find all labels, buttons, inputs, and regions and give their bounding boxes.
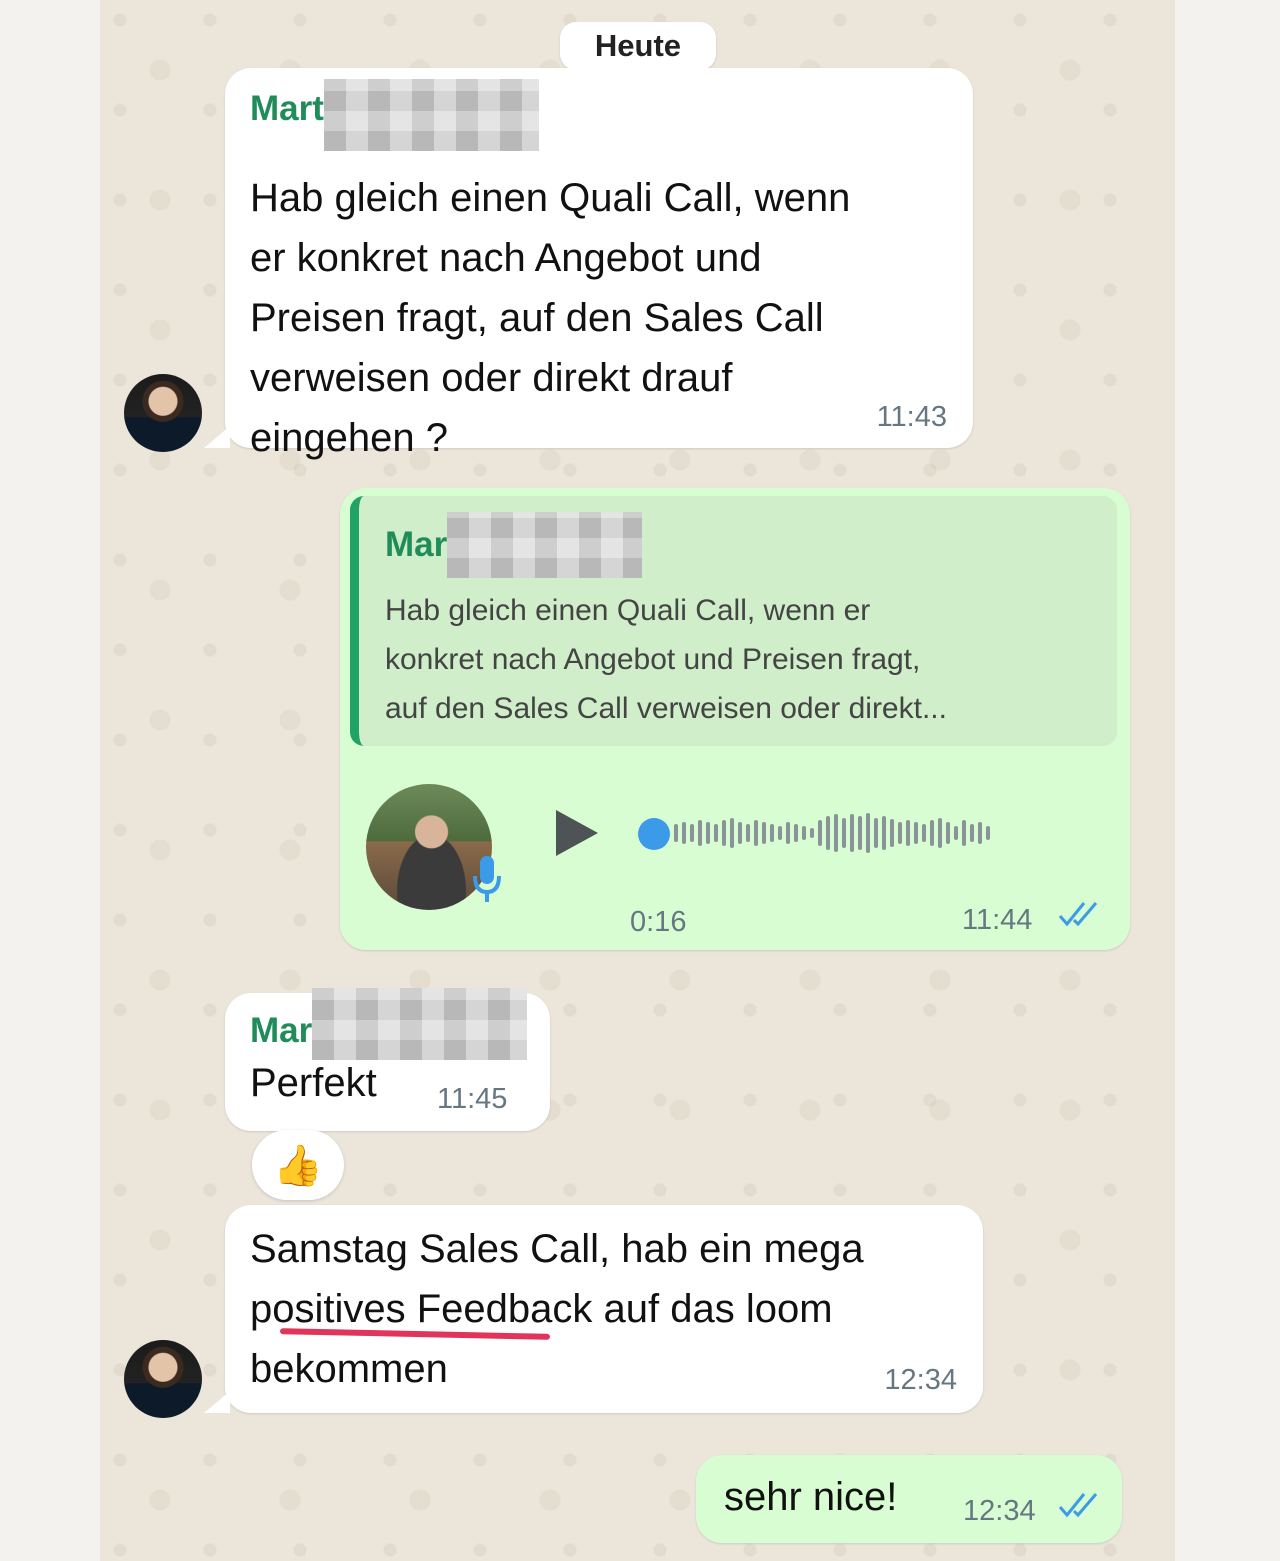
waveform-bar xyxy=(850,814,854,852)
waveform-bar xyxy=(866,813,870,853)
message-text: Hab gleich einen Quali Call, wenn er kon… xyxy=(250,168,850,468)
waveform-bar xyxy=(842,818,846,848)
message-bubble-outgoing[interactable]: sehr nice! 12:34 xyxy=(696,1455,1122,1543)
waveform-bar xyxy=(706,822,710,844)
bubble-tail xyxy=(204,1391,230,1413)
play-icon[interactable] xyxy=(556,810,598,856)
message-line: er konkret nach Angebot und xyxy=(250,236,762,280)
message-line: Preisen fragt, auf den Sales Call xyxy=(250,296,824,340)
waveform-bar xyxy=(682,822,686,844)
waveform-bar xyxy=(970,824,974,842)
waveform-bar xyxy=(834,814,838,852)
left-margin xyxy=(0,0,100,1561)
message-bubble-incoming[interactable]: Mart Hab gleich einen Quali Call, wenn e… xyxy=(225,68,973,460)
chat-area: Heute Mart Hab gleich einen Quali Call, … xyxy=(100,0,1175,1561)
waveform-bar xyxy=(858,816,862,850)
waveform-bar xyxy=(962,820,966,846)
message-time: 11:44 xyxy=(962,904,1033,936)
bubble-tail xyxy=(204,426,230,448)
redacted-quoted-sender xyxy=(447,512,643,578)
double-check-icon xyxy=(1058,900,1102,936)
waveform-bar xyxy=(946,822,950,844)
waveform-bar xyxy=(714,824,718,842)
redacted-sender-name xyxy=(323,79,539,151)
quoted-text: Hab gleich einen Quali Call, wenn er kon… xyxy=(385,586,947,733)
contact-avatar[interactable] xyxy=(124,1340,202,1418)
waveform-bar xyxy=(906,820,910,846)
sender-name: Mart xyxy=(250,89,324,128)
message-line: Hab gleich einen Quali Call, wenn xyxy=(250,176,851,220)
message-text: Samstag Sales Call, hab ein mega positiv… xyxy=(250,1219,864,1399)
redacted-sender-name xyxy=(312,988,528,1060)
message-line: Samstag Sales Call, hab ein mega xyxy=(250,1227,864,1271)
thumbs-up-icon: 👍 xyxy=(273,1143,323,1188)
waveform-bar xyxy=(826,816,830,850)
microphone-icon xyxy=(472,854,502,914)
waveform-bar xyxy=(794,824,798,842)
message-text: Perfekt xyxy=(250,1061,377,1105)
waveform-bar xyxy=(882,816,886,850)
waveform-bar xyxy=(762,822,766,844)
waveform-bar xyxy=(698,820,702,846)
waveform-bar xyxy=(754,820,758,846)
message-line: eingehen ? xyxy=(250,416,448,460)
waveform-bar xyxy=(954,826,958,840)
audio-waveform[interactable] xyxy=(674,808,990,858)
waveform-bar xyxy=(730,818,734,848)
quoted-sender-name: Mar xyxy=(385,525,448,564)
double-check-icon xyxy=(1058,1491,1102,1524)
waveform-bar xyxy=(802,826,806,840)
waveform-bar xyxy=(930,820,934,846)
waveform-bar xyxy=(722,820,726,846)
waveform-bar xyxy=(818,820,822,846)
sender-name-row: Mart xyxy=(250,79,539,151)
contact-avatar[interactable] xyxy=(124,374,202,452)
waveform-bar xyxy=(898,822,902,844)
waveform-bar xyxy=(978,822,982,844)
message-time: 12:34 xyxy=(963,1495,1036,1527)
playback-position-dot[interactable] xyxy=(638,818,670,850)
waveform-bar xyxy=(938,818,942,848)
quoted-line: Hab gleich einen Quali Call, wenn er xyxy=(385,594,871,627)
waveform-bar xyxy=(914,822,918,844)
waveform-bar xyxy=(778,826,782,840)
message-time: 12:34 xyxy=(884,1364,957,1396)
message-bubble-outgoing-voice[interactable]: Mar Hab gleich einen Quali Call, wenn er… xyxy=(340,488,1130,950)
sender-name: Mar xyxy=(250,1011,313,1050)
quoted-sender-row: Mar xyxy=(385,512,643,578)
waveform-bar xyxy=(922,824,926,842)
quoted-line: konkret nach Angebot und Preisen fragt, xyxy=(385,643,921,676)
message-line: verweisen oder direkt drauf xyxy=(250,356,733,400)
waveform-bar xyxy=(874,818,878,848)
waveform-bar xyxy=(674,824,678,842)
message-line: bekommen xyxy=(250,1347,448,1391)
right-margin xyxy=(1175,0,1280,1561)
quoted-message[interactable]: Mar Hab gleich einen Quali Call, wenn er… xyxy=(350,496,1117,746)
message-text: sehr nice! xyxy=(724,1475,898,1519)
waveform-bar xyxy=(810,828,814,838)
waveform-bar xyxy=(770,824,774,842)
voice-duration: 0:16 xyxy=(630,906,687,938)
message-bubble-incoming[interactable]: Samstag Sales Call, hab ein mega positiv… xyxy=(225,1205,983,1413)
message-bubble-incoming[interactable]: Mar Perfekt 11:45 xyxy=(225,988,550,1131)
waveform-bar xyxy=(746,824,750,842)
reaction-badge[interactable]: 👍 xyxy=(252,1130,344,1200)
waveform-bar xyxy=(690,824,694,842)
waveform-bar xyxy=(738,822,742,844)
message-time: 11:45 xyxy=(437,1083,508,1115)
waveform-bar xyxy=(890,819,894,847)
waveform-bar xyxy=(786,822,790,844)
quoted-line: auf den Sales Call verweisen oder direkt… xyxy=(385,692,947,725)
waveform-bar xyxy=(986,826,990,840)
message-time: 11:43 xyxy=(876,401,947,433)
date-separator: Heute xyxy=(560,22,716,70)
